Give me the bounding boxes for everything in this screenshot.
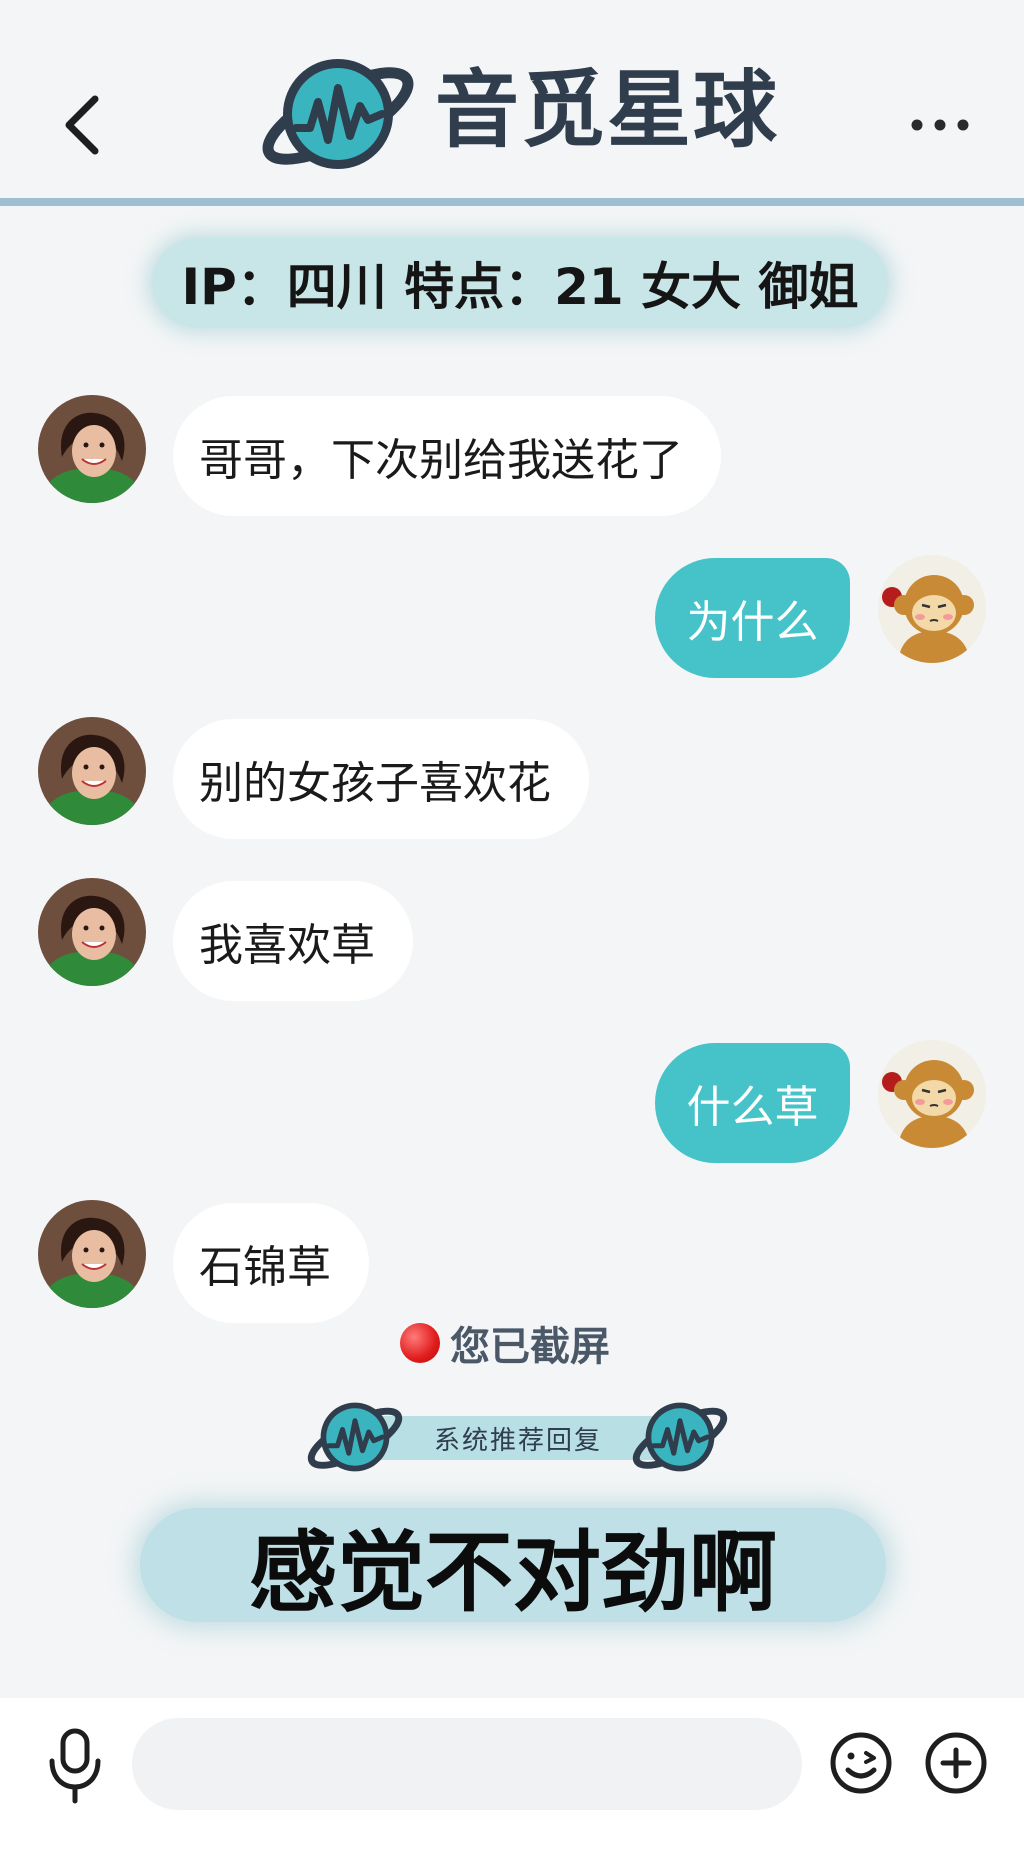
monkey-avatar-icon — [878, 1040, 986, 1148]
planet-soundwave-logo-icon — [262, 59, 414, 169]
contact-avatar[interactable] — [38, 395, 146, 503]
more-horizontal-icon — [911, 119, 969, 131]
header-divider — [0, 198, 1024, 206]
screenshot-notice: 您已截屏 — [400, 1318, 610, 1370]
message-bubble-incoming[interactable]: 我喜欢草 — [173, 881, 413, 1001]
message-bubble-incoming[interactable]: 石锦草 — [173, 1203, 369, 1323]
woman-avatar-icon — [38, 717, 146, 825]
red-dot-icon — [400, 1323, 440, 1363]
message-bubble-incoming[interactable]: 别的女孩子喜欢花 — [173, 719, 589, 839]
header: 音觅星球 — [0, 0, 1024, 200]
app-title: 音觅星球 — [435, 61, 780, 159]
recommend-logo-right — [630, 1392, 730, 1482]
voice-button[interactable] — [42, 1725, 108, 1805]
plus-circle-icon — [925, 1732, 987, 1794]
monkey-avatar-icon — [878, 555, 986, 663]
woman-avatar-icon — [38, 878, 146, 986]
back-button[interactable] — [55, 85, 115, 165]
chevron-left-icon — [65, 95, 99, 155]
more-actions-button[interactable] — [923, 1730, 989, 1796]
recommend-label-bar: 系统推荐回复 — [368, 1416, 668, 1460]
message-bubble-incoming[interactable]: 哥哥，下次别给我送花了 — [173, 396, 721, 516]
recommend-label: 系统推荐回复 — [433, 1425, 602, 1456]
screenshot-notice-text: 您已截屏 — [450, 1324, 610, 1370]
message-bubble-outgoing[interactable]: 什么草 — [655, 1043, 850, 1163]
microphone-icon — [49, 1728, 101, 1804]
emoji-icon — [830, 1732, 892, 1794]
woman-avatar-icon — [38, 1200, 146, 1308]
more-button[interactable] — [905, 95, 975, 155]
emoji-button[interactable] — [828, 1730, 894, 1796]
profile-info-pill: IP：四川 特点：21 女大 御姐 — [152, 238, 888, 328]
contact-avatar[interactable] — [38, 878, 146, 986]
message-input[interactable] — [132, 1718, 802, 1810]
recommend-logo-left — [305, 1392, 405, 1482]
my-avatar[interactable] — [878, 1040, 986, 1148]
woman-avatar-icon — [38, 395, 146, 503]
contact-avatar[interactable] — [38, 717, 146, 825]
planet-soundwave-logo-icon — [307, 1402, 403, 1472]
contact-avatar[interactable] — [38, 1200, 146, 1308]
suggested-reply-button[interactable]: 感觉不对劲啊 — [140, 1508, 886, 1624]
message-bubble-outgoing[interactable]: 为什么 — [655, 558, 850, 678]
planet-soundwave-logo-icon — [632, 1402, 728, 1472]
my-avatar[interactable] — [878, 555, 986, 663]
app-logo — [258, 44, 418, 184]
